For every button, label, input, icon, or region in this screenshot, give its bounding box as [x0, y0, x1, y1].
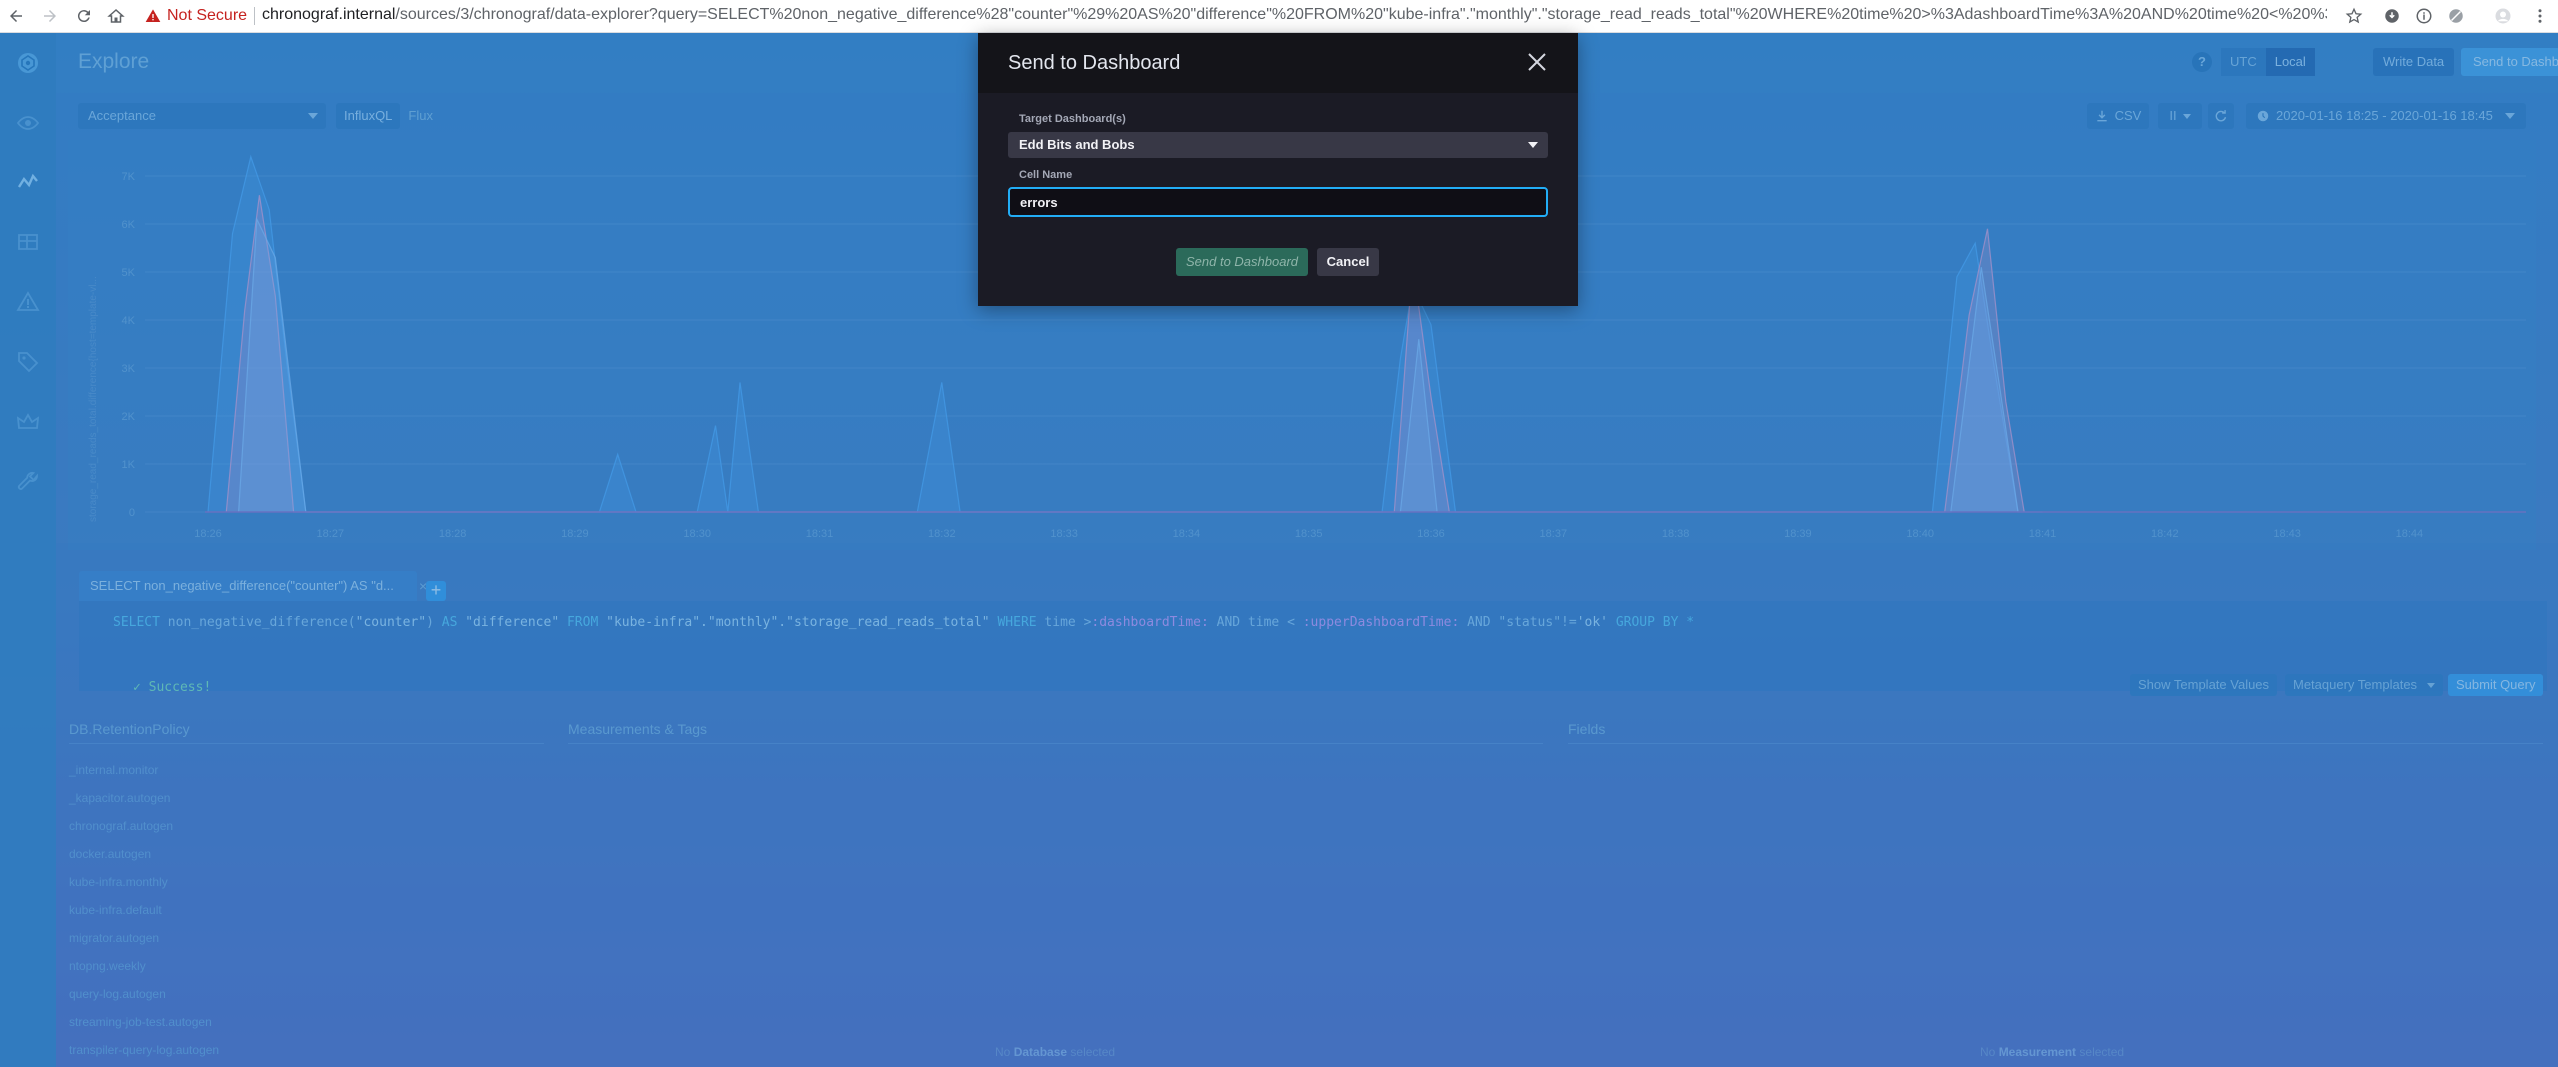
dialog-header: Send to Dashboard — [978, 33, 1578, 93]
forward-icon[interactable] — [38, 4, 62, 28]
address-bar[interactable]: chronograf.internal/sources/3/chronograf… — [262, 6, 2327, 24]
security-label: Not Secure — [167, 7, 248, 24]
home-icon[interactable] — [104, 4, 128, 28]
profile-avatar-icon[interactable] — [2491, 4, 2515, 28]
target-dashboard-label: Target Dashboard(s) — [1019, 113, 1126, 125]
bookmark-star-icon[interactable] — [2342, 4, 2366, 28]
extension-download-icon[interactable] — [2380, 4, 2404, 28]
send-to-dashboard-dialog: Send to Dashboard Target Dashboard(s) Ed… — [978, 33, 1578, 306]
extension-info-icon[interactable] — [2412, 4, 2436, 28]
browser-menu-icon[interactable] — [2528, 4, 2552, 28]
confirm-send-button[interactable]: Send to Dashboard — [1176, 248, 1308, 276]
cancel-button[interactable]: Cancel — [1317, 248, 1379, 276]
reload-icon[interactable] — [72, 4, 96, 28]
back-icon[interactable] — [4, 4, 28, 28]
chevron-down-icon — [1528, 142, 1538, 148]
url-host: chronograf.internal — [262, 6, 396, 23]
url-separator — [254, 7, 255, 25]
warning-icon — [145, 9, 161, 22]
target-dashboard-value: Edd Bits and Bobs — [1019, 137, 1135, 152]
close-icon[interactable] — [1525, 50, 1549, 74]
cell-name-input[interactable] — [1008, 187, 1548, 217]
security-indicator[interactable]: Not Secure — [145, 6, 247, 26]
dialog-title: Send to Dashboard — [1008, 52, 1181, 74]
browser-toolbar: Not Secure chronograf.internal/sources/3… — [0, 0, 2558, 33]
cell-name-label: Cell Name — [1019, 169, 1073, 181]
extension-blocker-icon[interactable] — [2444, 4, 2468, 28]
url-path: /sources/3/chronograf/data-explorer?quer… — [395, 6, 2327, 23]
target-dashboard-dropdown[interactable]: Edd Bits and Bobs — [1008, 132, 1548, 158]
